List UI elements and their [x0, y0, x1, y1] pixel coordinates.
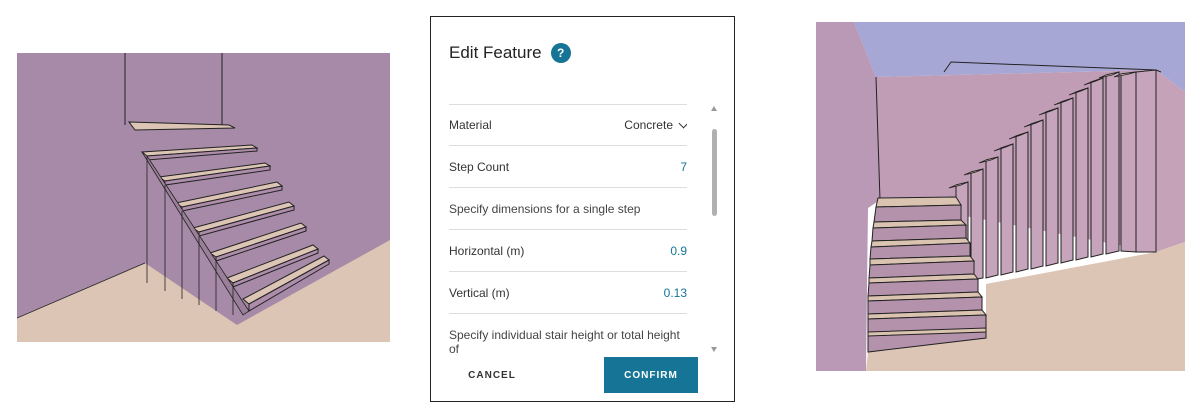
material-select[interactable]: Concrete — [624, 118, 687, 132]
feature-properties-list: Material Concrete Step Count 7 Specify d… — [449, 104, 687, 354]
scroll-thumb[interactable] — [712, 129, 717, 216]
material-label: Material — [449, 118, 492, 132]
dialog-header: Edit Feature ? — [449, 43, 571, 63]
edit-feature-dialog: Edit Feature ? Material Concrete Step Co… — [430, 16, 735, 402]
step-count-label: Step Count — [449, 159, 510, 174]
confirm-button[interactable]: CONFIRM — [604, 357, 698, 393]
vertical-input[interactable]: 0.13 — [664, 286, 687, 300]
horizontal-label: Horizontal (m) — [449, 243, 525, 258]
scrollbar[interactable] — [710, 104, 720, 354]
horizontal-row[interactable]: Horizontal (m) 0.9 — [449, 230, 687, 272]
vertical-label: Vertical (m) — [449, 285, 510, 300]
horizontal-input[interactable]: 0.9 — [670, 244, 687, 258]
cancel-button[interactable]: CANCEL — [449, 357, 535, 393]
scroll-up-icon[interactable] — [711, 106, 717, 111]
height-note: Specify individual stair height or total… — [449, 328, 680, 354]
dialog-title: Edit Feature — [449, 43, 542, 62]
help-icon[interactable]: ? — [550, 43, 571, 63]
left-stair-preview — [17, 53, 390, 342]
right-stair-preview — [816, 22, 1185, 371]
scroll-down-icon[interactable] — [711, 347, 717, 352]
material-row[interactable]: Material Concrete — [449, 104, 687, 146]
single-step-note: Specify dimensions for a single step — [449, 188, 687, 230]
step-count-row[interactable]: Step Count 7 — [449, 146, 687, 188]
vertical-row[interactable]: Vertical (m) 0.13 — [449, 272, 687, 314]
step-count-input[interactable]: 7 — [680, 160, 687, 174]
material-value: Concrete — [624, 118, 673, 132]
chevron-down-icon — [678, 118, 687, 128]
